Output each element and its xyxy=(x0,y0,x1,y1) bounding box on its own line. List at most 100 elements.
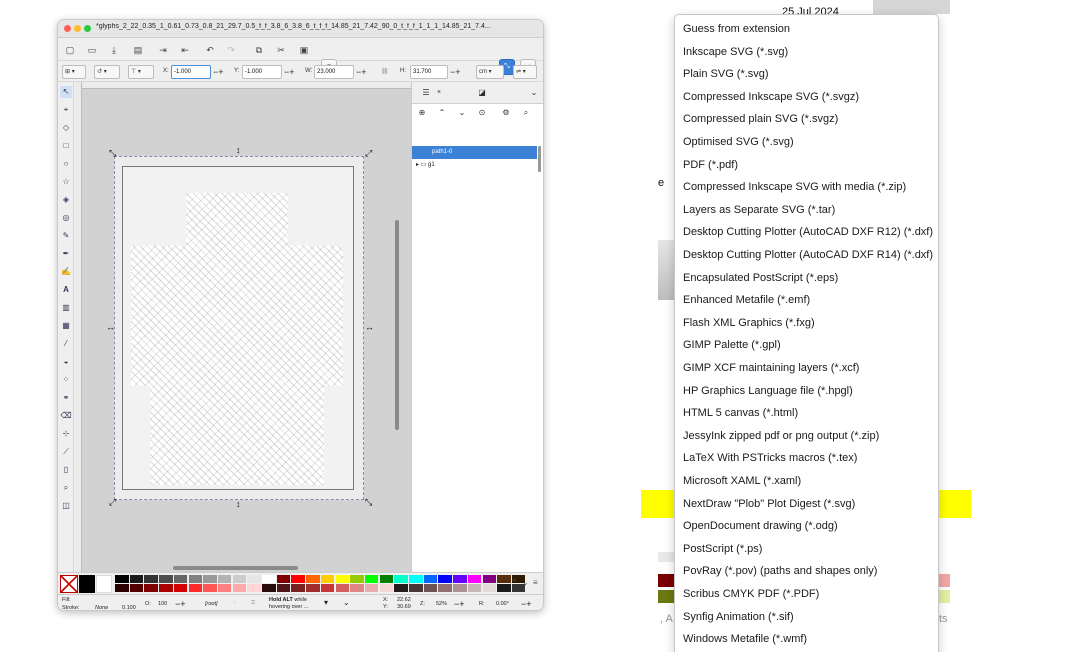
move-down-icon[interactable]: ⌄ xyxy=(456,107,468,119)
tweak-tool-icon[interactable]: ◇ xyxy=(60,122,72,134)
palette-swatch[interactable] xyxy=(394,575,408,583)
scale-handle-s[interactable]: ↕ xyxy=(236,500,241,509)
move-up-icon[interactable]: ⌃ xyxy=(436,107,448,119)
select-all-dropdown[interactable]: ⊞ ▾ xyxy=(62,65,86,79)
gradient-tool-icon[interactable]: ▥ xyxy=(60,302,72,314)
menu-item[interactable]: Guess from extension xyxy=(683,19,790,39)
horizontal-scrollbar[interactable] xyxy=(173,566,298,570)
palette-swatch[interactable] xyxy=(409,575,423,583)
palette-swatch[interactable] xyxy=(482,584,496,592)
duplicate-icon[interactable]: ⧉ xyxy=(253,44,265,56)
palette-swatch[interactable] xyxy=(423,584,438,592)
import-icon[interactable]: ⇥ xyxy=(157,44,169,56)
menu-item[interactable]: HP Graphics Language file (*.hpgl) xyxy=(683,381,853,401)
palette-swatch[interactable] xyxy=(497,584,511,592)
node-tool-icon[interactable]: ⌖ xyxy=(60,104,72,116)
menu-item[interactable]: Encapsulated PostScript (*.eps) xyxy=(683,268,838,288)
h-field[interactable]: 31.700 xyxy=(410,65,448,79)
h-minus-plus[interactable]: −+ xyxy=(450,66,461,78)
x-minus-plus[interactable]: −+ xyxy=(213,66,224,78)
scale-handle-nw[interactable]: ⤡ xyxy=(109,149,116,158)
connector-tool-icon[interactable]: ⚭ xyxy=(60,392,72,404)
paint-bucket-tool-icon[interactable]: ◒ xyxy=(60,356,72,368)
palette-swatch[interactable] xyxy=(276,584,291,592)
palette-swatch[interactable] xyxy=(188,584,202,592)
scale-handle-w[interactable]: ↔ xyxy=(106,323,115,332)
menu-item[interactable]: Compressed Inkscape SVG with media (*.zi… xyxy=(683,177,906,197)
x-field[interactable]: -1.000 xyxy=(171,65,211,79)
menu-item[interactable]: Compressed plain SVG (*.svgz) xyxy=(683,109,838,129)
palette-swatch[interactable] xyxy=(144,575,158,583)
palette-swatch[interactable] xyxy=(350,575,364,583)
vertical-scrollbar[interactable] xyxy=(395,220,399,430)
menu-item-highlighted[interactable]: NextDraw "Plob" Plot Digest (*.svg) xyxy=(683,494,855,514)
menu-item[interactable]: GIMP Palette (*.gpl) xyxy=(683,335,781,355)
stroke-width-value[interactable]: 0.100 xyxy=(122,605,136,610)
palette-swatch[interactable] xyxy=(467,584,482,592)
cut-icon[interactable]: ✂ xyxy=(275,44,287,56)
palette-swatch[interactable] xyxy=(409,584,423,592)
palette-swatch[interactable] xyxy=(247,584,261,592)
palette-swatch[interactable] xyxy=(247,575,261,583)
close-window-button[interactable] xyxy=(64,25,71,32)
menu-item[interactable]: Windows Metafile (*.wmf) xyxy=(683,629,807,649)
panel-scrollbar[interactable] xyxy=(538,146,541,172)
pen-tool-icon[interactable]: ✒ xyxy=(60,248,72,260)
unit-select[interactable]: cm ▾ xyxy=(476,65,504,79)
tab-layers[interactable]: ☰ xyxy=(420,87,432,99)
menu-item[interactable]: Flash XML Graphics (*.fxg) xyxy=(683,313,815,333)
redo-icon[interactable]: ↷ xyxy=(225,44,237,56)
palette-swatch[interactable] xyxy=(482,575,496,583)
palette-swatch[interactable] xyxy=(262,584,276,592)
palette-swatch[interactable] xyxy=(276,575,291,583)
palette-swatch[interactable] xyxy=(453,584,467,592)
menu-item[interactable]: JessyInk zipped pdf or png output (*.zip… xyxy=(683,426,879,446)
palette-swatch[interactable] xyxy=(115,575,129,583)
rotation-value[interactable]: 0.00° xyxy=(496,601,509,607)
vertical-ruler[interactable] xyxy=(75,82,82,572)
palette-swatch[interactable] xyxy=(394,584,408,592)
menu-item[interactable]: Scribus CMYK PDF (*.PDF) xyxy=(683,584,819,604)
current-fill-swatch[interactable] xyxy=(79,575,95,593)
open-document-icon[interactable]: ▭ xyxy=(86,44,98,56)
status-chevron-icon[interactable]: ⌄ xyxy=(343,598,350,607)
palette-swatch[interactable] xyxy=(203,575,217,583)
status-dropdown[interactable]: ▾ xyxy=(324,598,328,607)
measure-tool-icon[interactable]: ⟋ xyxy=(60,446,72,458)
w-minus-plus[interactable]: −+ xyxy=(356,66,367,78)
menu-item[interactable]: Compressed Inkscape SVG (*.svgz) xyxy=(683,87,859,107)
palette-swatch[interactable] xyxy=(217,575,232,583)
palette-swatch[interactable] xyxy=(232,584,247,592)
palette-menu-icon[interactable]: ≡ xyxy=(533,578,538,587)
palette-swatch[interactable] xyxy=(129,584,144,592)
print-icon[interactable]: ▤ xyxy=(132,44,144,56)
text-tool-icon[interactable]: A xyxy=(60,284,72,296)
palette-swatch[interactable] xyxy=(335,575,349,583)
menu-item[interactable]: PostScript (*.ps) xyxy=(683,539,762,559)
palette-swatch[interactable] xyxy=(203,584,217,592)
panel-menu-icon[interactable]: ⌄ xyxy=(528,87,540,99)
menu-item[interactable]: Layers as Separate SVG (*.tar) xyxy=(683,200,835,220)
undo-icon[interactable]: ↶ xyxy=(204,44,216,56)
rotate-dropdown[interactable]: ↺ ▾ xyxy=(94,65,120,79)
opacity-minus-plus[interactable]: −+ xyxy=(175,599,186,609)
maximize-window-button[interactable] xyxy=(84,25,91,32)
paste-icon[interactable]: ▣ xyxy=(298,44,310,56)
menu-item[interactable]: Microsoft XAML (*.xaml) xyxy=(683,471,801,491)
search-icon[interactable]: ⌕ xyxy=(520,107,532,119)
menu-item[interactable]: PovRay (*.pov) (paths and shapes only) xyxy=(683,561,877,581)
calligraphy-tool-icon[interactable]: ✍ xyxy=(60,266,72,278)
menu-item[interactable]: Inkscape SVG (*.svg) xyxy=(683,42,788,62)
new-document-icon[interactable]: ▢ xyxy=(64,44,76,56)
save-icon[interactable]: ⤓ xyxy=(108,44,120,56)
palette-swatch[interactable] xyxy=(129,575,144,583)
settings-gear-icon[interactable]: ⚙ xyxy=(500,107,512,119)
w-field[interactable]: 23.000 xyxy=(314,65,354,79)
palette-swatch[interactable] xyxy=(453,575,467,583)
opacity-value[interactable]: 100 xyxy=(158,601,167,607)
palette-swatch[interactable] xyxy=(379,584,394,592)
spray-tool-icon[interactable]: ⁘ xyxy=(60,374,72,386)
palette-swatch[interactable] xyxy=(291,584,305,592)
lpe-tool-icon[interactable]: ⊹ xyxy=(60,428,72,440)
palette-swatch[interactable] xyxy=(320,584,335,592)
